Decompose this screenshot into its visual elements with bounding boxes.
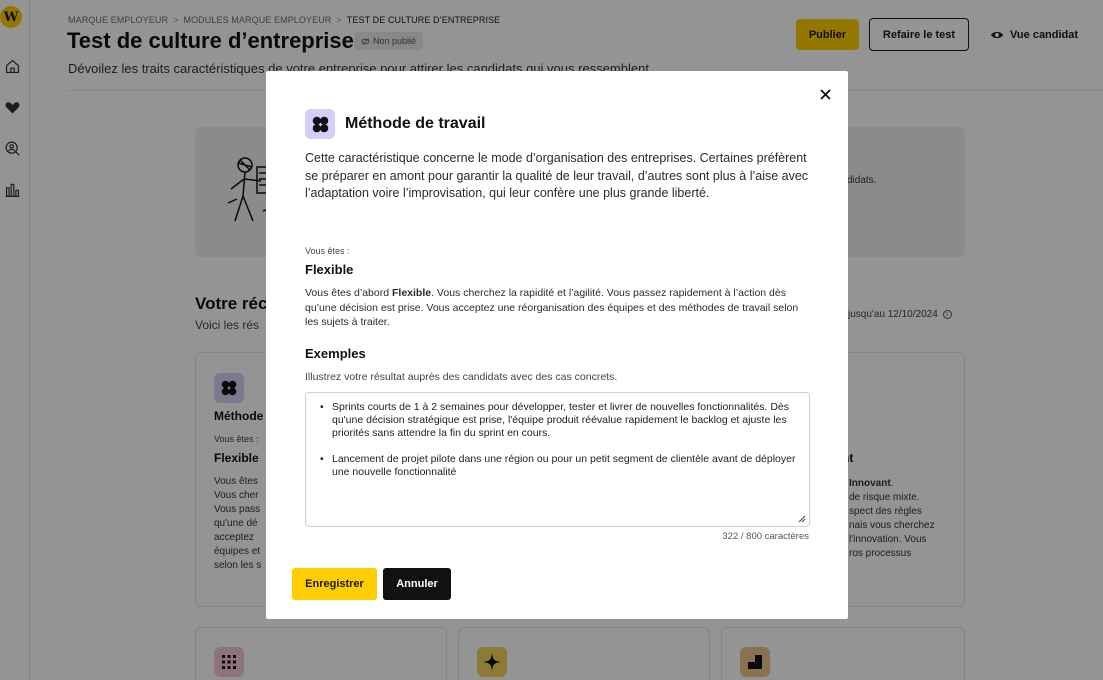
resize-handle-icon[interactable]	[798, 515, 806, 523]
example-item: Lancement de projet pilote dans une régi…	[320, 453, 797, 479]
close-icon	[819, 88, 831, 100]
char-count: 322 / 800 caractères	[722, 531, 809, 542]
clover-icon	[305, 109, 335, 139]
work-method-modal: Méthode de travail Cette caractéristique…	[266, 71, 848, 619]
result-desc-bold: Flexible	[391, 287, 432, 299]
result-type: Flexible	[305, 262, 354, 277]
examples-textarea[interactable]: Sprints courts de 1 à 2 semaines pour dé…	[305, 392, 810, 527]
modal-description: Cette caractéristique concerne le mode d…	[305, 151, 809, 200]
result-desc-prefix: Vous êtes d’abord	[305, 287, 392, 299]
examples-hint: Illustrez votre résultat auprès des cand…	[305, 371, 618, 383]
close-button[interactable]	[816, 85, 834, 103]
examples-title: Exemples	[305, 346, 366, 361]
cancel-button[interactable]: Annuler	[383, 568, 451, 600]
you-are-label: Vous êtes :	[305, 246, 350, 256]
example-item: Sprints courts de 1 à 2 semaines pour dé…	[320, 401, 797, 440]
result-description: Vous êtes d’abord Flexible. Vous cherche…	[305, 286, 810, 330]
examples-list: Sprints courts de 1 à 2 semaines pour dé…	[320, 401, 797, 479]
save-button[interactable]: Enregistrer	[292, 568, 377, 600]
modal-title: Méthode de travail	[345, 115, 486, 132]
